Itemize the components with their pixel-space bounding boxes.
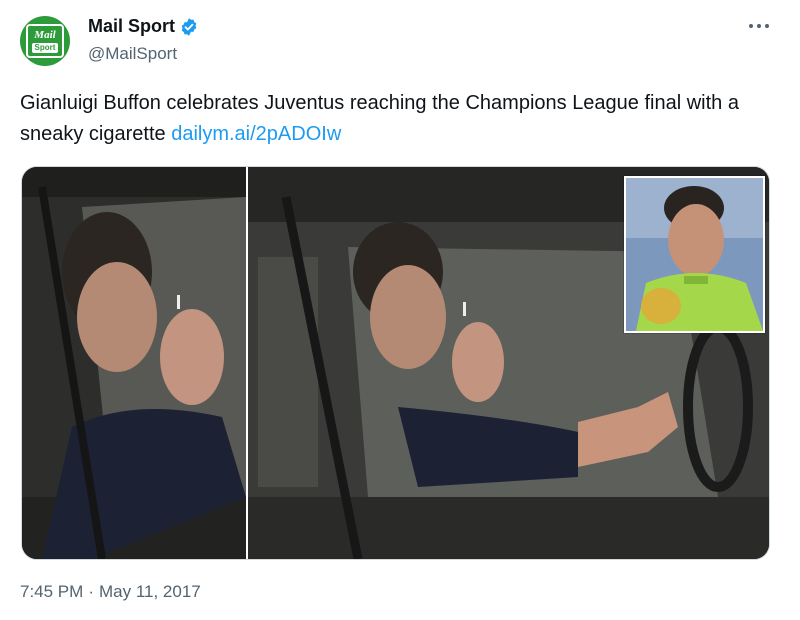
logo-text-sport: Sport [31, 42, 59, 53]
author-name-row: Mail Sport [88, 16, 199, 37]
more-horizontal-icon [749, 24, 753, 28]
inset-photo-illustration [626, 178, 763, 331]
mail-sport-logo: Mail Sport [26, 24, 64, 58]
logo-text-mail: Mail [34, 28, 56, 41]
photo-left-illustration [22, 167, 246, 559]
tweet-time: 7:45 PM [20, 582, 84, 601]
more-options-button[interactable] [745, 14, 773, 38]
avatar[interactable]: Mail Sport [20, 16, 70, 66]
tweet-date: May 11, 2017 [98, 582, 201, 601]
inset-photo[interactable] [624, 176, 765, 333]
timestamp-separator: · [88, 582, 94, 601]
account-handle[interactable]: @MailSport [88, 44, 177, 64]
photo-left[interactable] [22, 167, 246, 559]
tweet-body: Gianluigi Buffon celebrates Juventus rea… [20, 92, 739, 145]
tweet-link[interactable]: dailym.ai/2pADOIw [171, 123, 341, 145]
display-name[interactable]: Mail Sport [88, 16, 175, 37]
verified-badge-icon [179, 17, 199, 37]
tweet-timestamp[interactable]: 7:45 PM · May 11, 2017 [20, 582, 201, 602]
tweet-text: Gianluigi Buffon celebrates Juventus rea… [20, 88, 760, 150]
